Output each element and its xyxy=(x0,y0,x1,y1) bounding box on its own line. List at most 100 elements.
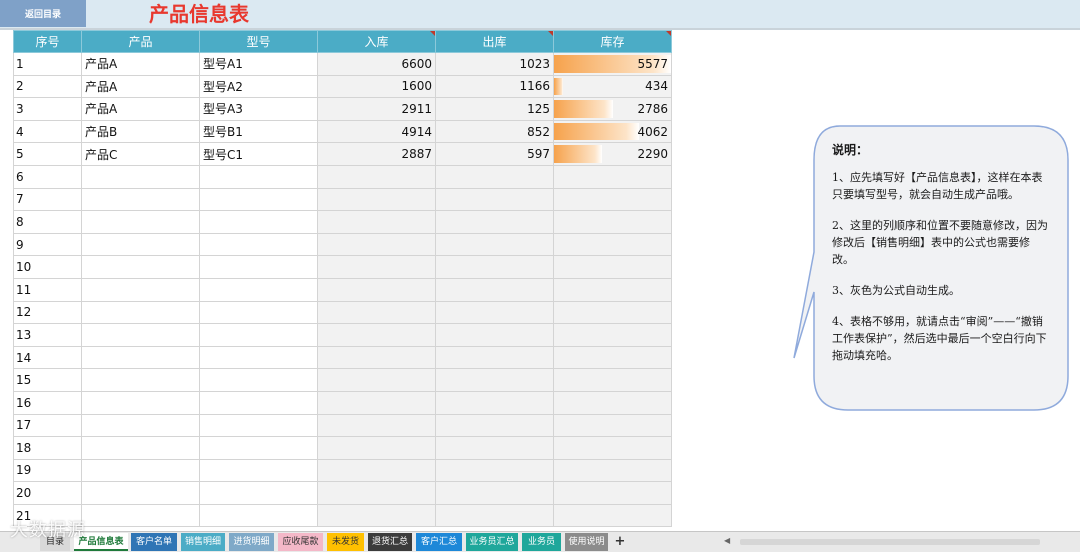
stock-in-cell[interactable] xyxy=(317,345,436,370)
stock-in-cell[interactable] xyxy=(317,164,436,189)
inventory-cell[interactable] xyxy=(553,413,672,438)
horizontal-scrollbar[interactable]: ◀ xyxy=(722,536,1080,546)
product-cell[interactable] xyxy=(81,164,200,189)
stock-in-cell[interactable] xyxy=(317,300,436,325)
inventory-cell[interactable] xyxy=(553,300,672,325)
model-cell[interactable] xyxy=(199,300,318,325)
model-cell[interactable] xyxy=(199,210,318,234)
sheet-tab-6[interactable]: 未发货 xyxy=(327,533,364,551)
row-index-cell[interactable]: 4 xyxy=(13,119,82,144)
sheet-tab-2[interactable]: 客户名单 xyxy=(131,533,177,551)
model-cell[interactable]: 型号A1 xyxy=(199,52,318,76)
row-index-cell[interactable]: 14 xyxy=(13,345,82,370)
stock-out-cell[interactable] xyxy=(435,277,554,302)
add-sheet-button[interactable]: + xyxy=(612,533,628,551)
model-cell[interactable]: 型号A3 xyxy=(199,97,318,121)
inventory-cell[interactable] xyxy=(553,164,672,189)
product-cell[interactable] xyxy=(81,323,200,347)
stock-out-cell[interactable]: 125 xyxy=(435,97,554,121)
row-index-cell[interactable]: 20 xyxy=(13,481,82,505)
inventory-cell[interactable] xyxy=(553,503,672,528)
product-cell[interactable] xyxy=(81,481,200,505)
row-index-cell[interactable]: 19 xyxy=(13,458,82,483)
model-cell[interactable]: 型号A2 xyxy=(199,74,318,99)
model-cell[interactable] xyxy=(199,232,318,257)
row-index-cell[interactable]: 17 xyxy=(13,413,82,438)
stock-in-cell[interactable] xyxy=(317,255,436,279)
product-cell[interactable] xyxy=(81,187,200,212)
row-index-cell[interactable]: 12 xyxy=(13,300,82,325)
inventory-cell[interactable] xyxy=(553,277,672,302)
stock-out-cell[interactable] xyxy=(435,390,554,415)
inventory-cell[interactable] xyxy=(553,481,672,505)
stock-in-cell[interactable]: 4914 xyxy=(317,119,436,144)
row-index-cell[interactable]: 15 xyxy=(13,368,82,392)
stock-out-cell[interactable] xyxy=(435,481,554,505)
stock-in-cell[interactable] xyxy=(317,390,436,415)
row-index-cell[interactable]: 1 xyxy=(13,52,82,76)
stock-in-cell[interactable] xyxy=(317,232,436,257)
sheet-tab-9[interactable]: 业务员汇总 xyxy=(466,533,518,551)
inventory-cell[interactable]: 2290 xyxy=(553,142,672,166)
stock-in-cell[interactable]: 2887 xyxy=(317,142,436,166)
product-cell[interactable] xyxy=(81,345,200,370)
row-index-cell[interactable]: 2 xyxy=(13,74,82,99)
stock-in-cell[interactable] xyxy=(317,277,436,302)
model-cell[interactable] xyxy=(199,503,318,528)
inventory-cell[interactable] xyxy=(553,210,672,234)
product-cell[interactable] xyxy=(81,436,200,460)
stock-in-cell[interactable] xyxy=(317,210,436,234)
product-cell[interactable]: 产品B xyxy=(81,119,200,144)
product-cell[interactable]: 产品A xyxy=(81,52,200,76)
scroll-left-icon[interactable]: ◀ xyxy=(724,536,730,545)
inventory-cell[interactable] xyxy=(553,368,672,392)
stock-out-cell[interactable] xyxy=(435,368,554,392)
stock-out-cell[interactable] xyxy=(435,345,554,370)
stock-out-cell[interactable] xyxy=(435,210,554,234)
sheet-tab-8[interactable]: 客户汇总 xyxy=(416,533,462,551)
inventory-cell[interactable]: 4062 xyxy=(553,119,672,144)
header-stock-out[interactable]: 出库 xyxy=(435,30,554,53)
row-index-cell[interactable]: 13 xyxy=(13,323,82,347)
header-inventory[interactable]: 库存 xyxy=(553,30,672,53)
inventory-cell[interactable]: 5577 xyxy=(553,52,672,76)
row-index-cell[interactable]: 18 xyxy=(13,436,82,460)
product-cell[interactable] xyxy=(81,255,200,279)
row-index-cell[interactable]: 8 xyxy=(13,210,82,234)
inventory-cell[interactable] xyxy=(553,255,672,279)
product-cell[interactable] xyxy=(81,390,200,415)
stock-in-cell[interactable]: 2911 xyxy=(317,97,436,121)
header-stock-in[interactable]: 入库 xyxy=(317,30,436,53)
model-cell[interactable] xyxy=(199,390,318,415)
scrollbar-thumb[interactable] xyxy=(740,539,1040,545)
stock-out-cell[interactable] xyxy=(435,458,554,483)
product-cell[interactable]: 产品A xyxy=(81,97,200,121)
stock-out-cell[interactable]: 1023 xyxy=(435,52,554,76)
model-cell[interactable] xyxy=(199,345,318,370)
inventory-cell[interactable] xyxy=(553,232,672,257)
inventory-cell[interactable]: 2786 xyxy=(553,97,672,121)
sheet-tab-7[interactable]: 退货汇总 xyxy=(368,533,412,551)
inventory-cell[interactable] xyxy=(553,458,672,483)
stock-in-cell[interactable] xyxy=(317,187,436,212)
model-cell[interactable] xyxy=(199,164,318,189)
inventory-cell[interactable] xyxy=(553,436,672,460)
model-cell[interactable] xyxy=(199,436,318,460)
inventory-cell[interactable] xyxy=(553,323,672,347)
stock-out-cell[interactable] xyxy=(435,413,554,438)
inventory-cell[interactable]: 434 xyxy=(553,74,672,99)
header-index[interactable]: 序号 xyxy=(13,30,82,53)
stock-in-cell[interactable] xyxy=(317,413,436,438)
sheet-tab-11[interactable]: 使用说明 xyxy=(565,533,608,551)
stock-out-cell[interactable] xyxy=(435,255,554,279)
stock-in-cell[interactable]: 6600 xyxy=(317,52,436,76)
stock-in-cell[interactable] xyxy=(317,503,436,528)
stock-out-cell[interactable] xyxy=(435,232,554,257)
stock-out-cell[interactable] xyxy=(435,187,554,212)
header-product[interactable]: 产品 xyxy=(81,30,200,53)
model-cell[interactable] xyxy=(199,413,318,438)
product-cell[interactable] xyxy=(81,458,200,483)
row-index-cell[interactable]: 11 xyxy=(13,277,82,302)
product-cell[interactable] xyxy=(81,300,200,325)
model-cell[interactable] xyxy=(199,323,318,347)
